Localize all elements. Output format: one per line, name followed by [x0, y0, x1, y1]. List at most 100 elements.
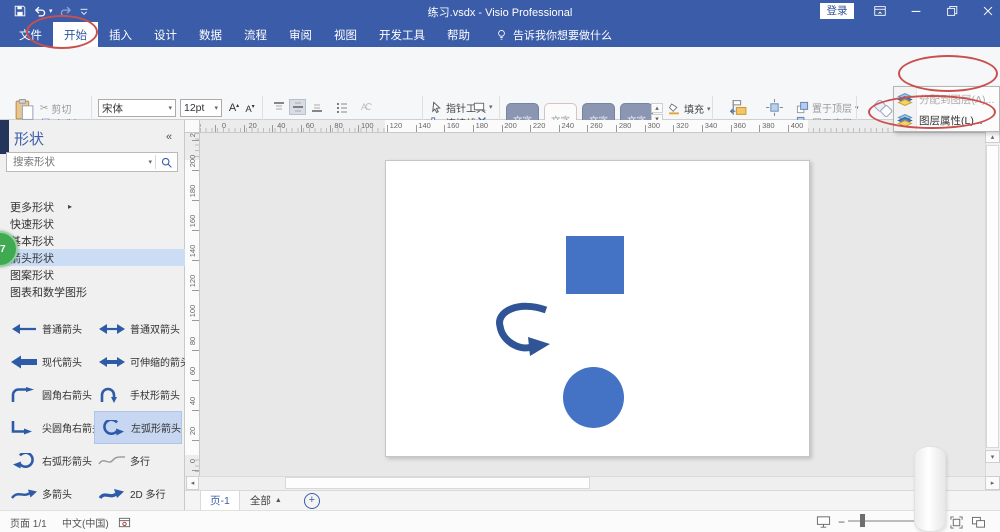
category-图表和数学图形[interactable]: 图表和数学图形 [0, 283, 185, 300]
macro-icon[interactable] [118, 511, 131, 532]
zoom-slider[interactable] [848, 520, 920, 522]
category-图案形状[interactable]: 图案形状 [0, 266, 185, 283]
panel-collapse-icon[interactable]: « [166, 131, 172, 143]
plain-arrow-icon [10, 321, 38, 337]
title-bar: ▾ 练习.vsdx - Visio Professional 登录 [0, 0, 1000, 22]
drawing-canvas[interactable] [200, 133, 985, 476]
stencil-item-多行[interactable]: 多行 [94, 444, 182, 477]
ruler-corner [185, 120, 200, 133]
ribbon-display-icon[interactable] [873, 4, 888, 19]
shape-search-box[interactable]: ▾ [6, 152, 178, 172]
left-arc-arrow-icon [99, 420, 127, 436]
tell-me-label: 告诉我你想要做什么 [513, 27, 612, 43]
align-middle-button[interactable] [289, 99, 306, 115]
grow-font-button[interactable]: A▴ [226, 100, 242, 116]
circle-shape[interactable] [563, 367, 624, 428]
h-ruler-label: 360 [733, 121, 746, 130]
square-shape[interactable] [566, 236, 624, 294]
stencil-item-圆角右箭头[interactable]: 圆角右箭头 [6, 378, 94, 411]
font-name-select[interactable]: 宋体▾ [98, 99, 176, 117]
tab-设计[interactable]: 设计 [143, 22, 188, 47]
zoom-out-icon[interactable]: − [838, 511, 845, 532]
language-indicator[interactable]: 中文(中国) [62, 511, 109, 532]
align-top-button[interactable] [270, 99, 287, 115]
fill-button[interactable]: 填充▾ [667, 101, 711, 116]
category-快速形状[interactable]: 快速形状 [0, 215, 185, 232]
stencil-item-手杖形箭头[interactable]: 手杖形箭头 [94, 378, 182, 411]
search-dropdown-icon[interactable]: ▾ [145, 158, 155, 166]
shape-search-input[interactable] [7, 156, 145, 168]
stencil-item-左弧形箭头[interactable]: 左弧形箭头 [94, 411, 182, 444]
h-ruler-label: 340 [705, 121, 718, 130]
align-bottom-button[interactable] [308, 99, 325, 115]
bring-to-front-button[interactable]: 置于顶层▾ [796, 100, 859, 115]
sharp-corner-arrow-icon [10, 420, 38, 436]
stretch-arrow-icon [98, 354, 126, 370]
save-icon[interactable] [13, 4, 28, 19]
scroll-left-icon[interactable]: ◂ [186, 476, 199, 490]
category-基本形状[interactable]: 基本形状 [0, 232, 185, 249]
minimize-icon[interactable] [909, 4, 924, 19]
shapes-panel-title: 形状 [14, 128, 44, 149]
cut-icon: ✂ [40, 103, 48, 114]
rectangle-tool-button[interactable]: ▾ [472, 100, 493, 113]
close-icon[interactable] [981, 4, 996, 19]
stencil-item-右弧形箭头[interactable]: 右弧形箭头 [6, 444, 94, 477]
annotation-ellipse-home-tab [26, 15, 98, 49]
tab-审阅[interactable]: 审阅 [278, 22, 323, 47]
switch-windows-icon[interactable] [971, 511, 986, 532]
ribbon-tab-row: 文件开始插入设计数据流程审阅视图开发工具帮助 告诉我你想要做什么 共享 [0, 22, 1000, 47]
bullets-button[interactable] [333, 99, 350, 115]
panel-edge-tab[interactable] [0, 120, 9, 154]
right-arc-arrow-icon [10, 453, 38, 469]
gallery-up-icon[interactable]: ▴ [651, 103, 663, 113]
category-箭头形状[interactable]: 箭头形状 [0, 249, 185, 266]
stencil-item-多箭头[interactable]: 多箭头 [6, 477, 94, 510]
tab-数据[interactable]: 数据 [188, 22, 233, 47]
text-rotate-button[interactable]: A [357, 99, 374, 115]
all-pages-button[interactable]: 全部▲ [250, 493, 282, 508]
h-ruler-label: 180 [476, 121, 489, 130]
tab-开发工具[interactable]: 开发工具 [368, 22, 436, 47]
h-ruler-label: 300 [647, 121, 660, 130]
stencil-item-普通双箭头[interactable]: 普通双箭头 [94, 312, 182, 345]
page-indicator[interactable]: 页面 1/1 [10, 511, 47, 532]
v-ruler-label: 60 [188, 364, 197, 379]
scroll-right-icon[interactable]: ▸ [985, 476, 1000, 490]
undo-dropdown-icon[interactable]: ▾ [49, 7, 53, 15]
stencil-item-现代箭头[interactable]: 现代箭头 [6, 345, 94, 378]
page-tab-1[interactable]: 页-1 [200, 491, 240, 511]
h-ruler-label: 160 [447, 121, 460, 130]
signin-button[interactable]: 登录 [820, 3, 854, 19]
h-ruler-label: 240 [562, 121, 575, 130]
h-ruler-label: 120 [390, 121, 403, 130]
category-更多形状[interactable]: 更多形状▸ [0, 198, 185, 215]
tab-视图[interactable]: 视图 [323, 22, 368, 47]
cut-button[interactable]: ✂剪切 [40, 101, 71, 116]
v-ruler-label: 20 [188, 424, 197, 439]
tab-流程[interactable]: 流程 [233, 22, 278, 47]
search-icon[interactable] [156, 156, 177, 169]
shrink-font-button[interactable]: A▾ [242, 101, 258, 117]
tab-帮助[interactable]: 帮助 [436, 22, 481, 47]
scroll-down-icon[interactable]: ▾ [985, 450, 1000, 463]
v-ruler-label: 220 [188, 133, 197, 139]
position-icon [765, 98, 784, 117]
horizontal-scrollbar-thumb[interactable] [285, 477, 590, 489]
vertical-scrollbar-thumb[interactable] [986, 145, 999, 448]
stencil-item-普通箭头[interactable]: 普通箭头 [6, 312, 94, 345]
add-page-button[interactable]: + [304, 493, 320, 509]
presentation-mode-icon[interactable] [816, 511, 831, 532]
v-ruler-label: 80 [188, 334, 197, 349]
stencil-item-可伸缩的箭头[interactable]: 可伸缩的箭头 [94, 345, 182, 378]
restore-icon[interactable] [945, 4, 960, 19]
tab-插入[interactable]: 插入 [98, 22, 143, 47]
zoom-slider-thumb[interactable] [860, 514, 865, 527]
bring-front-icon [796, 101, 809, 114]
fit-page-icon[interactable] [950, 511, 963, 532]
tell-me-box[interactable]: 告诉我你想要做什么 [495, 22, 612, 47]
font-size-select[interactable]: 12pt▾ [180, 99, 222, 117]
stencil-item-尖圆角右箭头[interactable]: 尖圆角右箭头 [6, 411, 94, 444]
stencil-item-2D 多行[interactable]: 2D 多行 [94, 477, 182, 510]
curved-arrow-shape[interactable] [492, 298, 556, 360]
